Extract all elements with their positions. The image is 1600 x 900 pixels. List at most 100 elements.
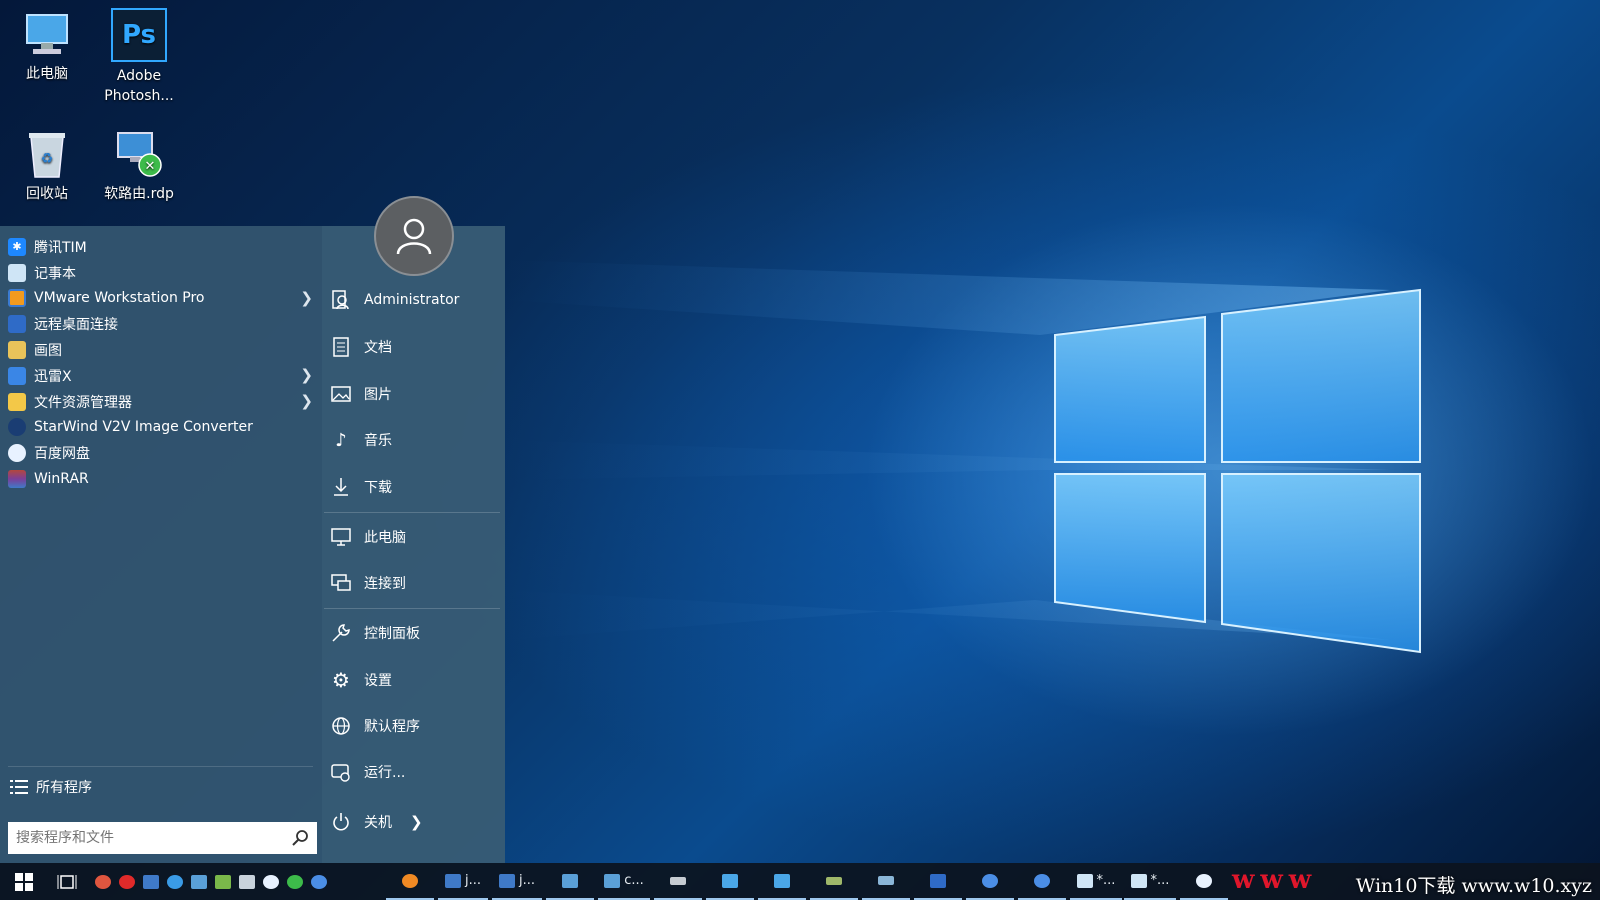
task-view-button[interactable] [52, 863, 82, 900]
places-item-pictures[interactable]: 图片 [330, 380, 500, 408]
taskbar-app-notepad-2[interactable]: *... [1124, 863, 1176, 900]
places-item-connect-to[interactable]: 连接到 [330, 569, 500, 597]
chevron-right-icon[interactable]: ❯ [300, 392, 313, 410]
taskbar-app-network-2[interactable]: c... [598, 863, 650, 900]
baidu-netdisk-icon [1196, 873, 1212, 888]
notepad-icon [1076, 873, 1093, 888]
desktop-icon-rdp-file[interactable]: ✕ 软路由.rdp [94, 128, 184, 204]
remote-desktop-icon [143, 874, 159, 889]
app-icon [239, 874, 255, 889]
taskbar-app-drive-2[interactable] [810, 863, 858, 900]
places-label: 默认程序 [364, 719, 420, 735]
desktop-icon-label: 软路由.rdp [104, 186, 174, 202]
all-programs-button[interactable]: 所有程序 [10, 774, 92, 800]
places-item-documents[interactable]: 文档 [330, 333, 500, 361]
shutdown-button[interactable]: 关机 ❯ [330, 808, 500, 836]
computer-icon [330, 526, 352, 548]
places-item-downloads[interactable]: 下载 [330, 473, 500, 501]
music-icon [287, 874, 303, 889]
chrome-icon [311, 874, 327, 889]
places-item-default-programs[interactable]: 默认程序 [330, 712, 500, 740]
places-item-this-pc[interactable]: 此电脑 [330, 523, 500, 551]
program-item-file-explorer[interactable]: 文件资源管理器 ❯ [8, 389, 313, 415]
program-item-paint[interactable]: 画图 [8, 337, 313, 363]
divider [8, 766, 313, 767]
search-box[interactable] [8, 822, 317, 854]
quicklaunch-icon-4[interactable] [164, 863, 186, 900]
search-icon[interactable] [291, 829, 309, 847]
svg-text:♻: ♻ [41, 151, 54, 167]
watermark-red-text: www [1232, 865, 1318, 895]
desktop-icon-label: 回收站 [26, 186, 68, 202]
places-label: 此电脑 [364, 530, 406, 546]
pinned-programs-list: ✱ 腾讯TIM 记事本 VMware Workstation Pro ❯ 远程桌… [8, 234, 313, 492]
quicklaunch-icon-1[interactable] [92, 863, 114, 900]
program-item-baidu-netdisk[interactable]: 百度网盘 [8, 440, 313, 466]
app-icon [95, 874, 111, 889]
drive-icon [670, 876, 686, 885]
taskbar-app-label: j... [518, 873, 535, 888]
remote-desktop-icon: ✕ [113, 128, 165, 180]
quicklaunch-icon-2[interactable] [116, 863, 138, 900]
desktop-icon-this-pc[interactable]: 此电脑 [2, 8, 92, 84]
places-label: 运行... [364, 765, 406, 781]
taskbar-app-media[interactable] [386, 863, 434, 900]
quicklaunch-icon-10[interactable] [308, 863, 330, 900]
search-input[interactable] [16, 830, 276, 846]
program-item-notepad[interactable]: 记事本 [8, 260, 313, 286]
chevron-right-icon[interactable]: ❯ [300, 289, 313, 307]
places-item-settings[interactable]: ⚙ 设置 [330, 666, 500, 694]
list-icon [10, 780, 28, 794]
program-label: 远程桌面连接 [34, 317, 118, 334]
quicklaunch-icon-5[interactable] [188, 863, 210, 900]
chevron-right-icon[interactable]: ❯ [410, 813, 423, 831]
program-item-xunlei[interactable]: 迅雷X ❯ [8, 363, 313, 389]
quicklaunch-icon-7[interactable] [236, 863, 258, 900]
program-item-tim[interactable]: ✱ 腾讯TIM [8, 234, 313, 260]
taskbar-app-network-1[interactable] [546, 863, 594, 900]
quicklaunch-icon-8[interactable] [260, 863, 282, 900]
user-avatar[interactable] [374, 196, 454, 276]
program-label: 文件资源管理器 [34, 394, 132, 411]
paint-icon [8, 341, 26, 360]
places-label: 设置 [364, 673, 392, 689]
taskbar-app-baidu-netdisk[interactable] [1180, 863, 1228, 900]
user-badge-icon [330, 289, 352, 311]
taskbar-app-drive-3[interactable] [862, 863, 910, 900]
taskbar-app-notepad-1[interactable]: *... [1070, 863, 1122, 900]
quicklaunch-icon-9[interactable] [284, 863, 306, 900]
drive-icon [826, 876, 842, 885]
quicklaunch-icon-6[interactable] [212, 863, 234, 900]
taskbar-app-drive-1[interactable] [654, 863, 702, 900]
taskbar-app-rdp-1[interactable]: j... [438, 863, 488, 900]
taskbar-app-remote-desktop[interactable] [914, 863, 962, 900]
program-item-starwind[interactable]: StarWind V2V Image Converter [8, 415, 313, 441]
globe-icon [330, 715, 352, 737]
program-item-remote-desktop[interactable]: 远程桌面连接 [8, 311, 313, 337]
start-button[interactable] [6, 863, 42, 900]
taskbar-app-monitor-1[interactable] [706, 863, 754, 900]
places-item-run[interactable]: 运行... [330, 758, 500, 786]
user-account-item[interactable]: Administrator [330, 286, 500, 314]
places-item-music[interactable]: ♪ 音乐 [330, 426, 500, 454]
picture-icon [330, 383, 352, 405]
chevron-right-icon[interactable]: ❯ [300, 366, 313, 384]
taskbar-app-rdp-2[interactable]: j... [492, 863, 542, 900]
monitor-icon [774, 873, 790, 888]
quicklaunch-icon-3[interactable] [140, 863, 162, 900]
taskbar-app-chrome-2[interactable] [1018, 863, 1066, 900]
taskbar-app-monitor-2[interactable] [758, 863, 806, 900]
windows-logo-icon [15, 872, 33, 891]
chrome-icon [982, 873, 998, 888]
desktop-icon-recycle-bin[interactable]: ♻ 回收站 [2, 128, 92, 204]
program-item-vmware[interactable]: VMware Workstation Pro ❯ [8, 286, 313, 312]
desktop-icon-photoshop[interactable]: Ps Adobe Photosh... [94, 8, 184, 106]
desktop-icon-label: Adobe Photosh... [104, 68, 174, 104]
monitor-icon [722, 873, 738, 888]
program-item-winrar[interactable]: WinRAR [8, 466, 313, 492]
computer-icon [21, 8, 73, 60]
xunlei-icon [8, 366, 26, 385]
places-item-control-panel[interactable]: 控制面板 [330, 619, 500, 647]
wrench-icon [330, 622, 352, 644]
taskbar-app-chrome-1[interactable] [966, 863, 1014, 900]
